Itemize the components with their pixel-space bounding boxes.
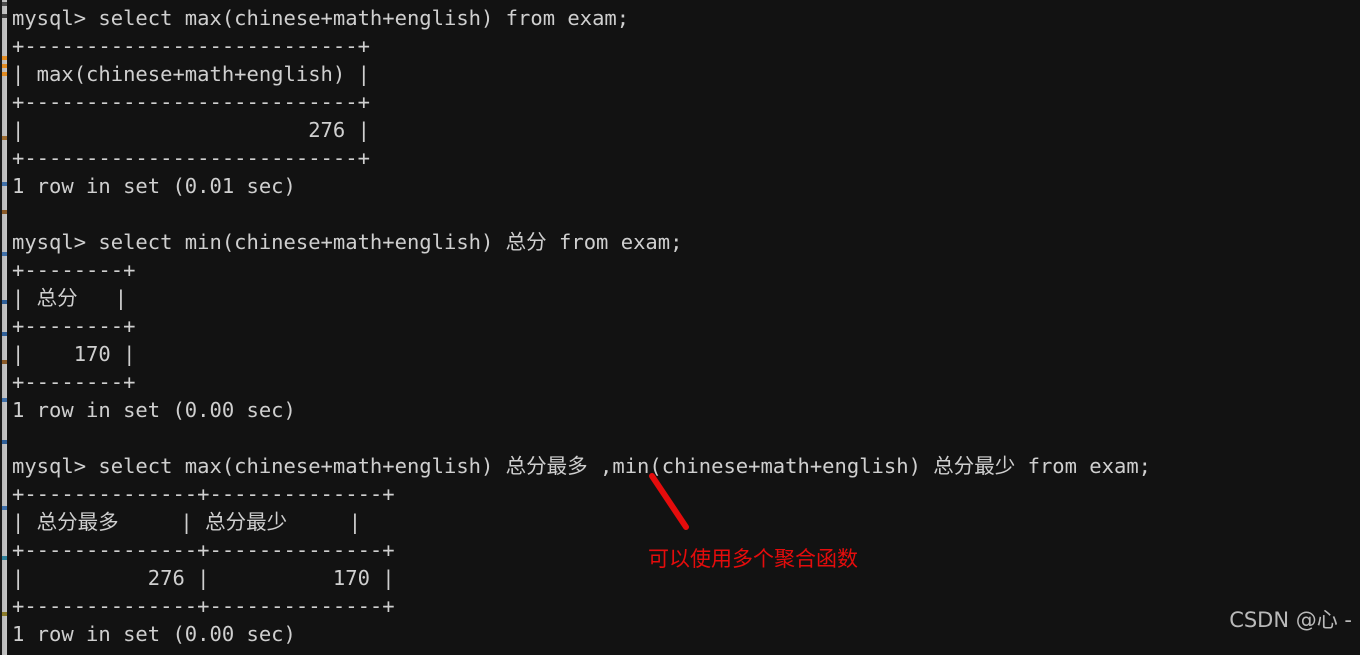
annotation-text: 可以使用多个聚合函数 bbox=[648, 547, 858, 571]
terminal-line: | 总分 | bbox=[12, 286, 128, 310]
terminal-line: mysql> select max(chinese+math+english) … bbox=[12, 6, 630, 30]
terminal-line: +--------------+--------------+ bbox=[12, 538, 395, 562]
terminal-screenshot: mysql> select max(chinese+math+english) … bbox=[0, 0, 1360, 655]
terminal-line: +--------+ bbox=[12, 314, 136, 338]
terminal-line: | 总分最多 | 总分最少 | bbox=[12, 510, 362, 534]
terminal-line: +--------+ bbox=[12, 370, 136, 394]
terminal-line: 1 row in set (0.00 sec) bbox=[12, 622, 296, 646]
terminal-line: +--------------+--------------+ bbox=[12, 594, 395, 618]
terminal-line: | 276 | 170 | bbox=[12, 566, 395, 590]
terminal-line: +---------------------------+ bbox=[12, 146, 370, 170]
terminal-line: | max(chinese+math+english) | bbox=[12, 62, 370, 86]
terminal-line: +---------------------------+ bbox=[12, 90, 370, 114]
terminal-line: +--------+ bbox=[12, 258, 136, 282]
terminal-line: 1 row in set (0.01 sec) bbox=[12, 174, 296, 198]
terminal-line: +---------------------------+ bbox=[12, 34, 370, 58]
terminal-line: mysql> select min(chinese+math+english) … bbox=[12, 230, 683, 254]
terminal-line: 1 row in set (0.00 sec) bbox=[12, 398, 296, 422]
terminal-line: | 276 | bbox=[12, 118, 370, 142]
terminal-line: +--------------+--------------+ bbox=[12, 482, 395, 506]
csdn-watermark: CSDN @心 - bbox=[1229, 608, 1352, 632]
terminal-line: mysql> select max(chinese+math+english) … bbox=[12, 454, 1152, 478]
adjacent-window-edge-strip bbox=[0, 0, 8, 655]
terminal-line: | 170 | bbox=[12, 342, 136, 366]
